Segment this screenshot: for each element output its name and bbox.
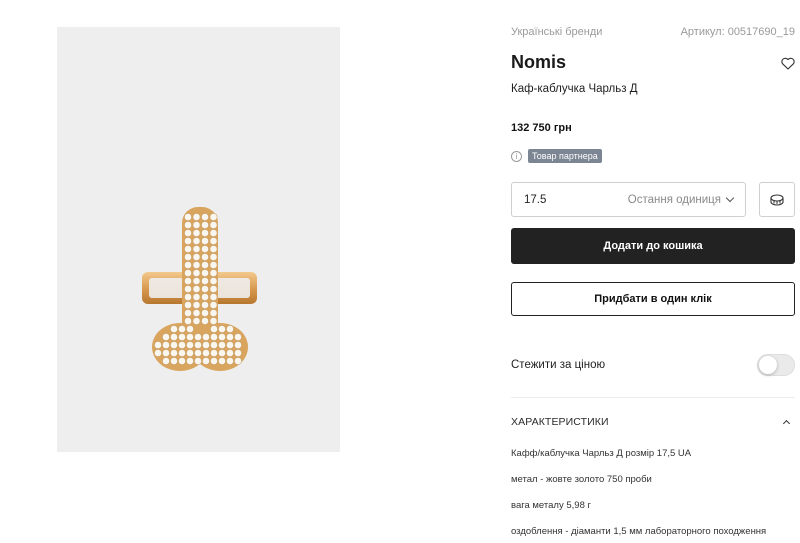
spec-line: оздоблення - діаманти 1,5 мм лабораторно… xyxy=(511,526,767,537)
divider xyxy=(511,397,795,398)
toggle-knob xyxy=(759,356,777,374)
product-image[interactable] xyxy=(57,27,340,452)
spec-line: метал - жовте золото 750 проби xyxy=(511,474,652,485)
price: 132 750 грн xyxy=(511,122,572,134)
brand-name[interactable]: Nomis xyxy=(511,52,566,73)
spec-line: Кафф/каблучка Чарльз Д розмір 17,5 UA xyxy=(511,448,692,459)
buy-one-click-button[interactable]: Придбати в один клік xyxy=(511,282,795,316)
ring-photo xyxy=(142,207,257,371)
add-to-cart-button[interactable]: Додати до кошика xyxy=(511,228,795,264)
category-link[interactable]: Українські бренди xyxy=(511,26,602,38)
heart-icon[interactable] xyxy=(781,57,795,70)
ring-size-icon xyxy=(770,193,784,206)
specs-title: ХАРАКТЕРИСТИКИ xyxy=(511,416,609,428)
partner-badge: Товар партнера xyxy=(528,149,602,163)
info-icon[interactable]: i xyxy=(511,150,522,162)
chevron-up-icon[interactable] xyxy=(782,419,791,428)
specs-accordion-header[interactable]: ХАРАКТЕРИСТИКИ xyxy=(511,416,795,428)
spec-line: вага металу 5,98 г xyxy=(511,500,591,511)
product-title: Каф-каблучка Чарльз Д xyxy=(511,83,638,95)
stock-note-label: Остання одиниця xyxy=(627,193,721,206)
sku-label: Артикул: 00517690_19 xyxy=(680,26,795,38)
price-watch-label: Стежити за ціною xyxy=(511,359,606,371)
size-select[interactable]: 17.5 Остання одиниця xyxy=(511,182,746,217)
price-watch-toggle[interactable] xyxy=(757,354,795,376)
partner-row: i Товар партнера xyxy=(511,149,602,163)
meta-row: Українські бренди Артикул: 00517690_19 xyxy=(511,26,795,38)
stock-note: Остання одиниця xyxy=(627,193,735,206)
chevron-down-icon xyxy=(725,193,735,203)
size-guide-button[interactable] xyxy=(759,182,795,217)
size-value: 17.5 xyxy=(524,193,547,206)
